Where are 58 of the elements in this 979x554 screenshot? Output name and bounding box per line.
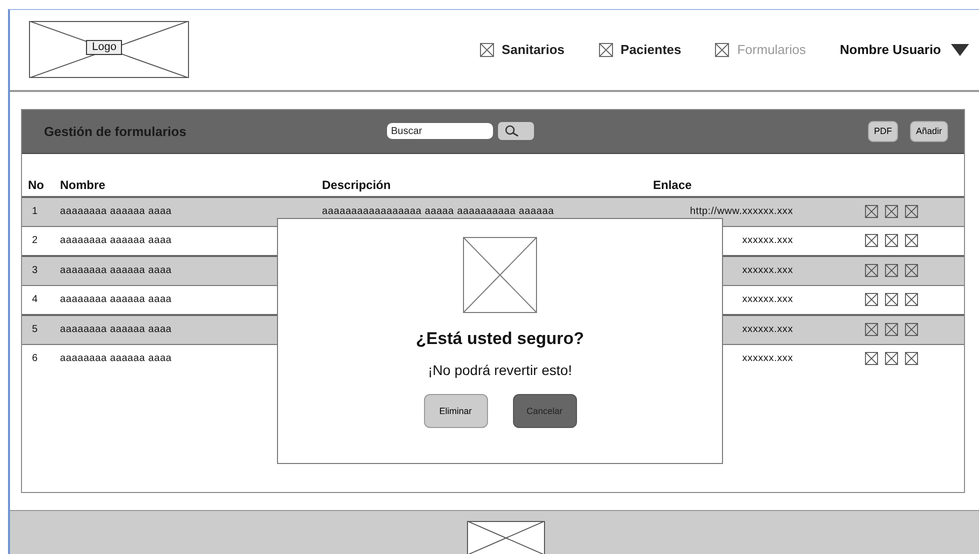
table-cell: xxxxxx.xxx (742, 265, 793, 276)
delete-button[interactable]: Eliminar (424, 394, 488, 428)
toolbar-button[interactable]: PDF (868, 120, 898, 142)
user-menu[interactable]: Nombre Usuario (840, 42, 969, 58)
placeholder-icon[interactable] (885, 352, 898, 366)
placeholder-icon[interactable] (905, 205, 918, 218)
table-cell: xxxxxx.xxx (742, 353, 793, 364)
placeholder-icon[interactable] (885, 264, 898, 278)
placeholder-icon (715, 42, 730, 57)
table-cell-text: 3 (31, 265, 39, 276)
placeholder-icon[interactable] (905, 234, 918, 248)
dialog-message: ¡No podrá revertir esto! (428, 362, 572, 378)
placeholder-icon[interactable] (905, 264, 918, 278)
placeholder-icon (480, 42, 494, 57)
nav-link[interactable]: Sanitarios (480, 42, 565, 58)
table-cell: xxxxxx.xxx (742, 235, 793, 246)
search-button[interactable] (498, 122, 534, 140)
table-cell: xxxxxx.xxx (742, 324, 793, 336)
table-cell: xxxxxx.xxx (742, 294, 793, 306)
search-icon (504, 125, 520, 138)
column-header: No (27, 178, 45, 192)
placeholder-icon[interactable] (905, 293, 918, 306)
panel-title: Gestión de formularios (44, 124, 188, 139)
table-cell-text: 2 (31, 235, 39, 246)
table-cell-text: aaaaaaaa aaaaaa aaaa (59, 206, 173, 218)
table-cell-text: 4 (31, 294, 39, 306)
placeholder-icon[interactable] (865, 323, 878, 336)
nav-link[interactable]: Pacientes (598, 42, 682, 58)
column-header: Nombre (59, 178, 106, 192)
table-cell: http://www.xxxxxx.xxx (690, 206, 793, 218)
placeholder-icon[interactable] (885, 234, 898, 248)
dialog-title: ¿Está usted seguro? (416, 328, 584, 349)
table-cell-text: aaaaaaaa aaaaaa aaaa (59, 235, 173, 246)
toolbar-button[interactable]: Añadir (910, 120, 948, 142)
placeholder-icon[interactable] (865, 293, 878, 306)
table-cell-text: 1 (31, 206, 39, 218)
placeholder-icon[interactable] (885, 293, 898, 306)
logo-label: Logo (86, 40, 122, 55)
table-cell-text: aaaaaaaa aaaaaa aaaa (59, 265, 173, 276)
column-header: Enlace (653, 178, 693, 192)
column-header: Descripción (322, 178, 392, 192)
placeholder-icon[interactable] (865, 352, 878, 366)
placeholder-icon[interactable] (865, 264, 878, 278)
caret-icon (951, 44, 969, 56)
placeholder-icon[interactable] (905, 352, 918, 366)
placeholder-icon[interactable] (905, 323, 918, 336)
table-cell-text: aaaaaaaa aaaaaa aaaa (59, 324, 173, 336)
placeholder-icon[interactable] (865, 234, 878, 248)
table-cell: aaaaaaaaaaaaaaaaa aaaaa aaaaaaaaaa aaaaaa (322, 206, 554, 218)
table-cell-text: aaaaaaaa aaaaaa aaaa (59, 294, 173, 306)
placeholder-icon[interactable] (865, 205, 878, 218)
table-cell-text: aaaaaaaa aaaaaa aaaa (59, 353, 173, 364)
search-field[interactable]: Buscar (387, 123, 493, 140)
table-cell-text: 5 (31, 324, 39, 336)
placeholder-icon (598, 42, 613, 57)
table-cell-text: 6 (31, 353, 39, 364)
placeholder-icon[interactable] (885, 323, 898, 336)
placeholder-icon[interactable] (885, 205, 898, 218)
